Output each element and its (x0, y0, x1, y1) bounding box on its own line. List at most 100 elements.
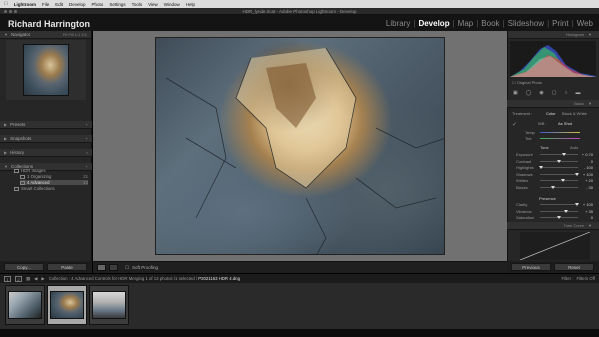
navigator-header[interactable]: ▼ Navigator Fit Fill 1:1 3:1 (0, 31, 91, 39)
window-titlebar: HDR_lynde.lrcat - Adobe Photoshop Lightr… (0, 8, 599, 15)
menu-settings[interactable]: Settings (109, 2, 125, 7)
module-picker: Library | Develop | Map | Book | Slideshow | … (385, 19, 593, 28)
main-photo[interactable] (155, 37, 445, 255)
menu-help[interactable]: Help (186, 2, 195, 7)
menu-tools[interactable]: Tools (132, 2, 143, 7)
presence-slider-knob-2[interactable] (557, 216, 561, 219)
treatment-bw[interactable]: Black & White (562, 111, 587, 116)
module-web[interactable]: Web (577, 19, 593, 28)
module-book[interactable]: Book (481, 19, 499, 28)
tone-value-3[interactable]: + 100 (581, 172, 593, 177)
navigator-zoom-options[interactable]: Fit Fill 1:1 3:1 (63, 32, 87, 37)
treatment-label: Treatment : (512, 111, 533, 116)
nav-back-icon[interactable]: ◀ (34, 276, 37, 282)
spot-removal-icon[interactable]: ◯ (526, 90, 532, 97)
nav-forward-icon[interactable]: ▶ (41, 276, 44, 282)
right-panel-buttons: Previous Reset (507, 261, 599, 273)
original-photo-checkbox[interactable]: ☐ Original Photo (512, 80, 542, 85)
tone-value-5[interactable]: - 30 (581, 185, 593, 190)
history-header[interactable]: ▶ History × (0, 149, 92, 157)
tone-slider-4[interactable] (540, 180, 578, 181)
collapse-triangle-icon: ▼ (588, 101, 592, 106)
smart-collections[interactable]: Smart Collections (14, 186, 90, 191)
eyedropper-icon[interactable]: ✓ (512, 121, 517, 128)
collection-4-advanced[interactable]: 4 Advanced 13 (20, 180, 88, 185)
menu-window[interactable]: Window (164, 2, 180, 7)
presence-slider-knob-0[interactable] (575, 203, 580, 206)
presence-slider-0[interactable] (540, 204, 578, 205)
tone-slider-2[interactable] (540, 167, 578, 168)
tone-curve-header[interactable]: Tone Curve ▼ (507, 222, 599, 230)
module-develop[interactable]: Develop (418, 19, 449, 28)
menu-file[interactable]: File (42, 2, 49, 7)
snapshots-header[interactable]: ▶ Snapshots + (0, 135, 92, 143)
menu-edit[interactable]: Edit (55, 2, 63, 7)
module-print[interactable]: Print (552, 19, 568, 28)
tone-slider-knob-0[interactable] (561, 153, 566, 156)
red-eye-icon[interactable]: ◉ (539, 90, 543, 97)
crop-tool-icon[interactable]: ▣ (513, 90, 518, 97)
module-map[interactable]: Map (458, 19, 474, 28)
menu-photo[interactable]: Photo (92, 2, 104, 7)
loupe-view-icon[interactable] (97, 264, 106, 271)
collection-set-icon (14, 186, 19, 191)
grid-view-icon[interactable]: ▦ (26, 276, 30, 282)
tone-label-1: Contrast (516, 158, 532, 164)
basic-header[interactable]: Basic ▼ (507, 100, 599, 108)
filmstrip-thumb-3[interactable] (89, 285, 129, 325)
presets-header[interactable]: ▶ Presets + (0, 121, 92, 129)
before-after-view-icon[interactable] (109, 264, 118, 271)
apple-icon[interactable]:  (4, 1, 8, 7)
tone-slider-5[interactable] (540, 186, 578, 188)
reset-button[interactable]: Reset (554, 263, 594, 271)
window-controls[interactable] (4, 10, 17, 13)
treatment-color[interactable]: Color (546, 111, 556, 116)
toolbar: ☐ Soft Proofing (93, 261, 507, 273)
tone-slider-3[interactable] (540, 173, 578, 175)
tone-slider-knob-3[interactable] (575, 172, 580, 176)
presence-slider-knob-1[interactable] (563, 209, 568, 213)
filmstrip-thumb-1[interactable] (5, 285, 45, 325)
filmstrip-thumb-2-selected[interactable] (47, 285, 87, 325)
filter-select[interactable]: Filters Off (576, 276, 595, 281)
tone-curve-graph[interactable] (519, 231, 591, 261)
tone-value-1[interactable]: 0 (581, 159, 593, 164)
main-window-icon[interactable]: 1 (4, 275, 11, 282)
presence-value-2[interactable]: 0 (581, 215, 593, 220)
second-window-icon[interactable]: 2 (15, 275, 22, 282)
menu-view[interactable]: View (148, 2, 158, 7)
tone-value-4[interactable]: + 20 (581, 178, 593, 183)
adjustment-brush-icon[interactable]: ▬ (575, 90, 580, 97)
presence-slider-1[interactable] (540, 210, 578, 212)
radial-filter-icon[interactable]: ○ (564, 90, 567, 97)
collection-1-organizing[interactable]: 1 Organizing 21 (20, 174, 88, 179)
module-library[interactable]: Library (386, 19, 410, 28)
presence-value-1[interactable]: + 35 (581, 209, 593, 214)
graduated-filter-icon[interactable]: ▢ (552, 90, 557, 97)
presence-label-1: Vibrance (516, 208, 532, 214)
wb-select[interactable]: As Shot (558, 121, 572, 126)
presence-value-0[interactable]: + 100 (581, 202, 593, 207)
soft-proofing-checkbox-icon[interactable]: ☐ (125, 265, 129, 271)
navigator-preview[interactable] (6, 40, 86, 100)
tone-value-0[interactable]: + 0.70 (581, 152, 593, 157)
collection-set-hdr-images[interactable]: HDR Images (14, 168, 90, 173)
paste-button[interactable]: Paste (47, 263, 87, 271)
tone-value-2[interactable]: - 100 (581, 165, 593, 170)
previous-button[interactable]: Previous (511, 263, 551, 271)
histogram-header[interactable]: Histogram ▼ (508, 31, 599, 39)
copy-button[interactable]: Copy... (4, 263, 44, 271)
tone-slider-knob-4[interactable] (560, 179, 565, 182)
menu-develop[interactable]: Develop (69, 2, 86, 7)
tone-slider-knob-1[interactable] (557, 159, 561, 163)
mac-menubar:  Lightroom File Edit Develop Photo Sett… (0, 0, 599, 8)
tone-slider-0[interactable] (540, 154, 578, 155)
temp-slider[interactable] (540, 132, 580, 133)
tone-slider-knob-2[interactable] (538, 166, 543, 169)
tint-slider[interactable] (540, 138, 580, 139)
tone-auto-button[interactable]: Auto (570, 145, 578, 150)
menu-app[interactable]: Lightroom (14, 2, 36, 7)
tone-slider-knob-5[interactable] (551, 185, 556, 189)
module-slideshow[interactable]: Slideshow (508, 19, 544, 28)
histogram-display[interactable] (510, 41, 596, 77)
